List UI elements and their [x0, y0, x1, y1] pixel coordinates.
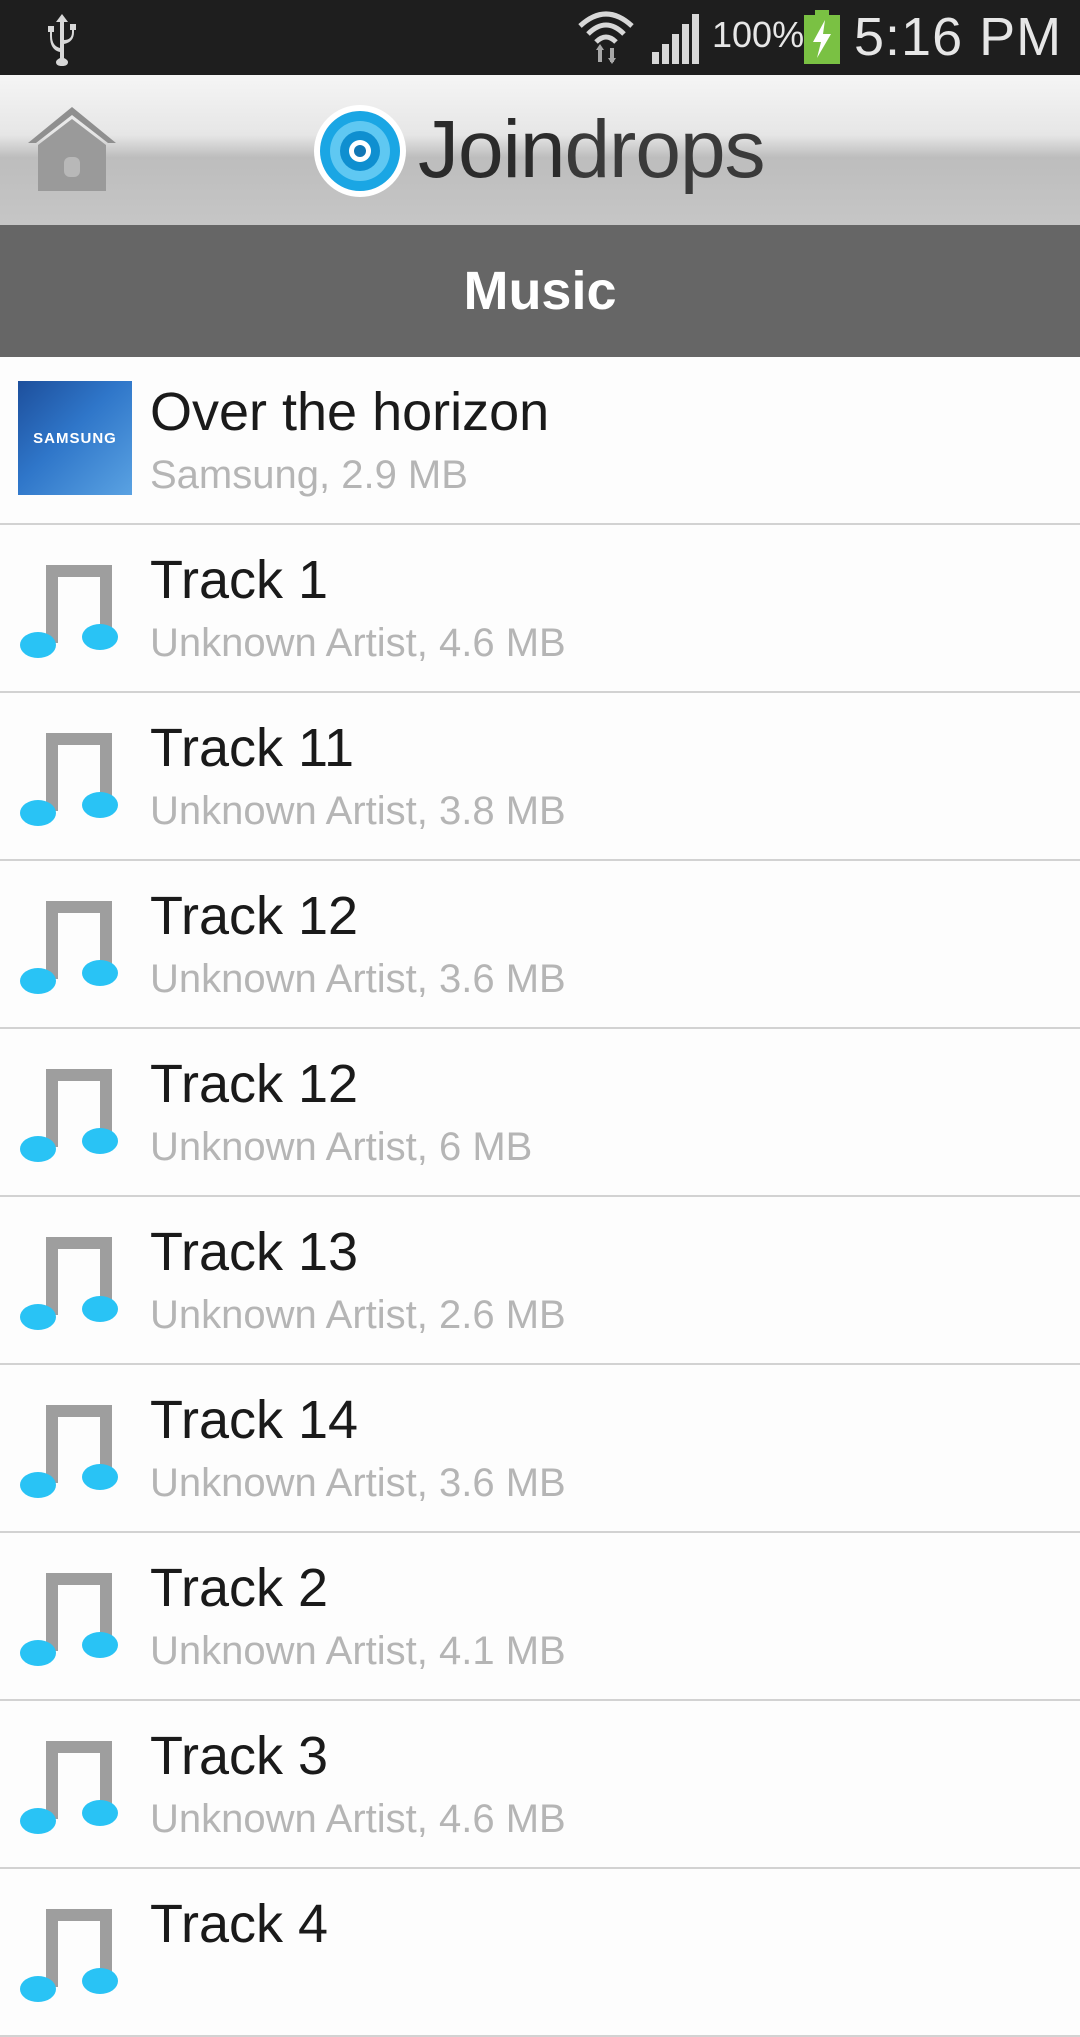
list-item[interactable]: Track 4: [0, 1869, 1080, 2037]
music-note-icon: [18, 1557, 132, 1671]
list-item[interactable]: Track 2 Unknown Artist, 4.1 MB: [0, 1533, 1080, 1701]
album-art-label: SAMSUNG: [33, 429, 117, 447]
list-item[interactable]: Track 12 Unknown Artist, 6 MB: [0, 1029, 1080, 1197]
track-title: Track 12: [150, 1054, 359, 1114]
music-note-icon: [18, 1221, 132, 1335]
track-title: Track 14: [150, 1390, 359, 1450]
signal-icon: [652, 14, 699, 64]
track-subtitle: Unknown Artist, 3.6 MB: [150, 957, 566, 1001]
track-title: Track 4: [150, 1894, 329, 1954]
music-note-icon: [18, 1389, 132, 1503]
section-header: Music: [0, 225, 1080, 357]
track-title: Track 3: [150, 1726, 329, 1786]
music-note-icon: [18, 717, 132, 831]
app-logo-text: Joindrops: [418, 104, 766, 195]
track-title: Track 1: [150, 550, 329, 610]
home-icon[interactable]: [22, 99, 122, 199]
track-subtitle: Unknown Artist, 4.6 MB: [150, 621, 566, 665]
app-name-light: drops: [564, 104, 765, 195]
track-subtitle: Unknown Artist, 3.6 MB: [150, 1461, 566, 1505]
track-list[interactable]: SAMSUNG Over the horizon Samsung, 2.9 MB Tr…: [0, 357, 1080, 2037]
section-title: Music: [463, 261, 617, 321]
track-subtitle: Unknown Artist, 4.1 MB: [150, 1629, 566, 1673]
track-subtitle: Samsung, 2.9 MB: [150, 453, 468, 497]
track-title: Over the horizon: [150, 382, 550, 442]
track-subtitle: Unknown Artist, 4.6 MB: [150, 1797, 566, 1841]
list-item[interactable]: Track 12 Unknown Artist, 3.6 MB: [0, 861, 1080, 1029]
list-item[interactable]: Track 13 Unknown Artist, 2.6 MB: [0, 1197, 1080, 1365]
track-title: Track 2: [150, 1558, 329, 1618]
track-title: Track 12: [150, 886, 359, 946]
wifi-icon: [578, 11, 634, 64]
list-item[interactable]: Track 14 Unknown Artist, 3.6 MB: [0, 1365, 1080, 1533]
music-note-icon: [18, 1053, 132, 1167]
album-art: SAMSUNG: [18, 381, 132, 495]
joindrops-logo-icon: [314, 105, 406, 197]
battery-percent: 100%: [712, 14, 805, 55]
status-bar: 100% 5:16 PM: [0, 0, 1080, 75]
usb-icon: [48, 14, 76, 66]
track-title: Track 13: [150, 1222, 359, 1282]
music-note-icon: [18, 549, 132, 663]
list-item[interactable]: Track 11 Unknown Artist, 3.8 MB: [0, 693, 1080, 861]
battery-charging-icon: [804, 10, 840, 64]
app-name-bold: Join: [418, 104, 565, 195]
track-subtitle: Unknown Artist, 6 MB: [150, 1125, 533, 1169]
track-subtitle: Unknown Artist, 3.8 MB: [150, 789, 566, 833]
music-note-icon: [18, 1893, 132, 2007]
music-note-icon: [18, 1725, 132, 1839]
list-item[interactable]: Track 3 Unknown Artist, 4.6 MB: [0, 1701, 1080, 1869]
list-item[interactable]: SAMSUNG Over the horizon Samsung, 2.9 MB: [0, 357, 1080, 525]
status-clock: 5:16 PM: [854, 7, 1063, 67]
track-subtitle: Unknown Artist, 2.6 MB: [150, 1293, 566, 1337]
app-header: Joindrops: [0, 75, 1080, 225]
list-item[interactable]: Track 1 Unknown Artist, 4.6 MB: [0, 525, 1080, 693]
music-note-icon: [18, 885, 132, 999]
track-title: Track 11: [150, 718, 355, 778]
